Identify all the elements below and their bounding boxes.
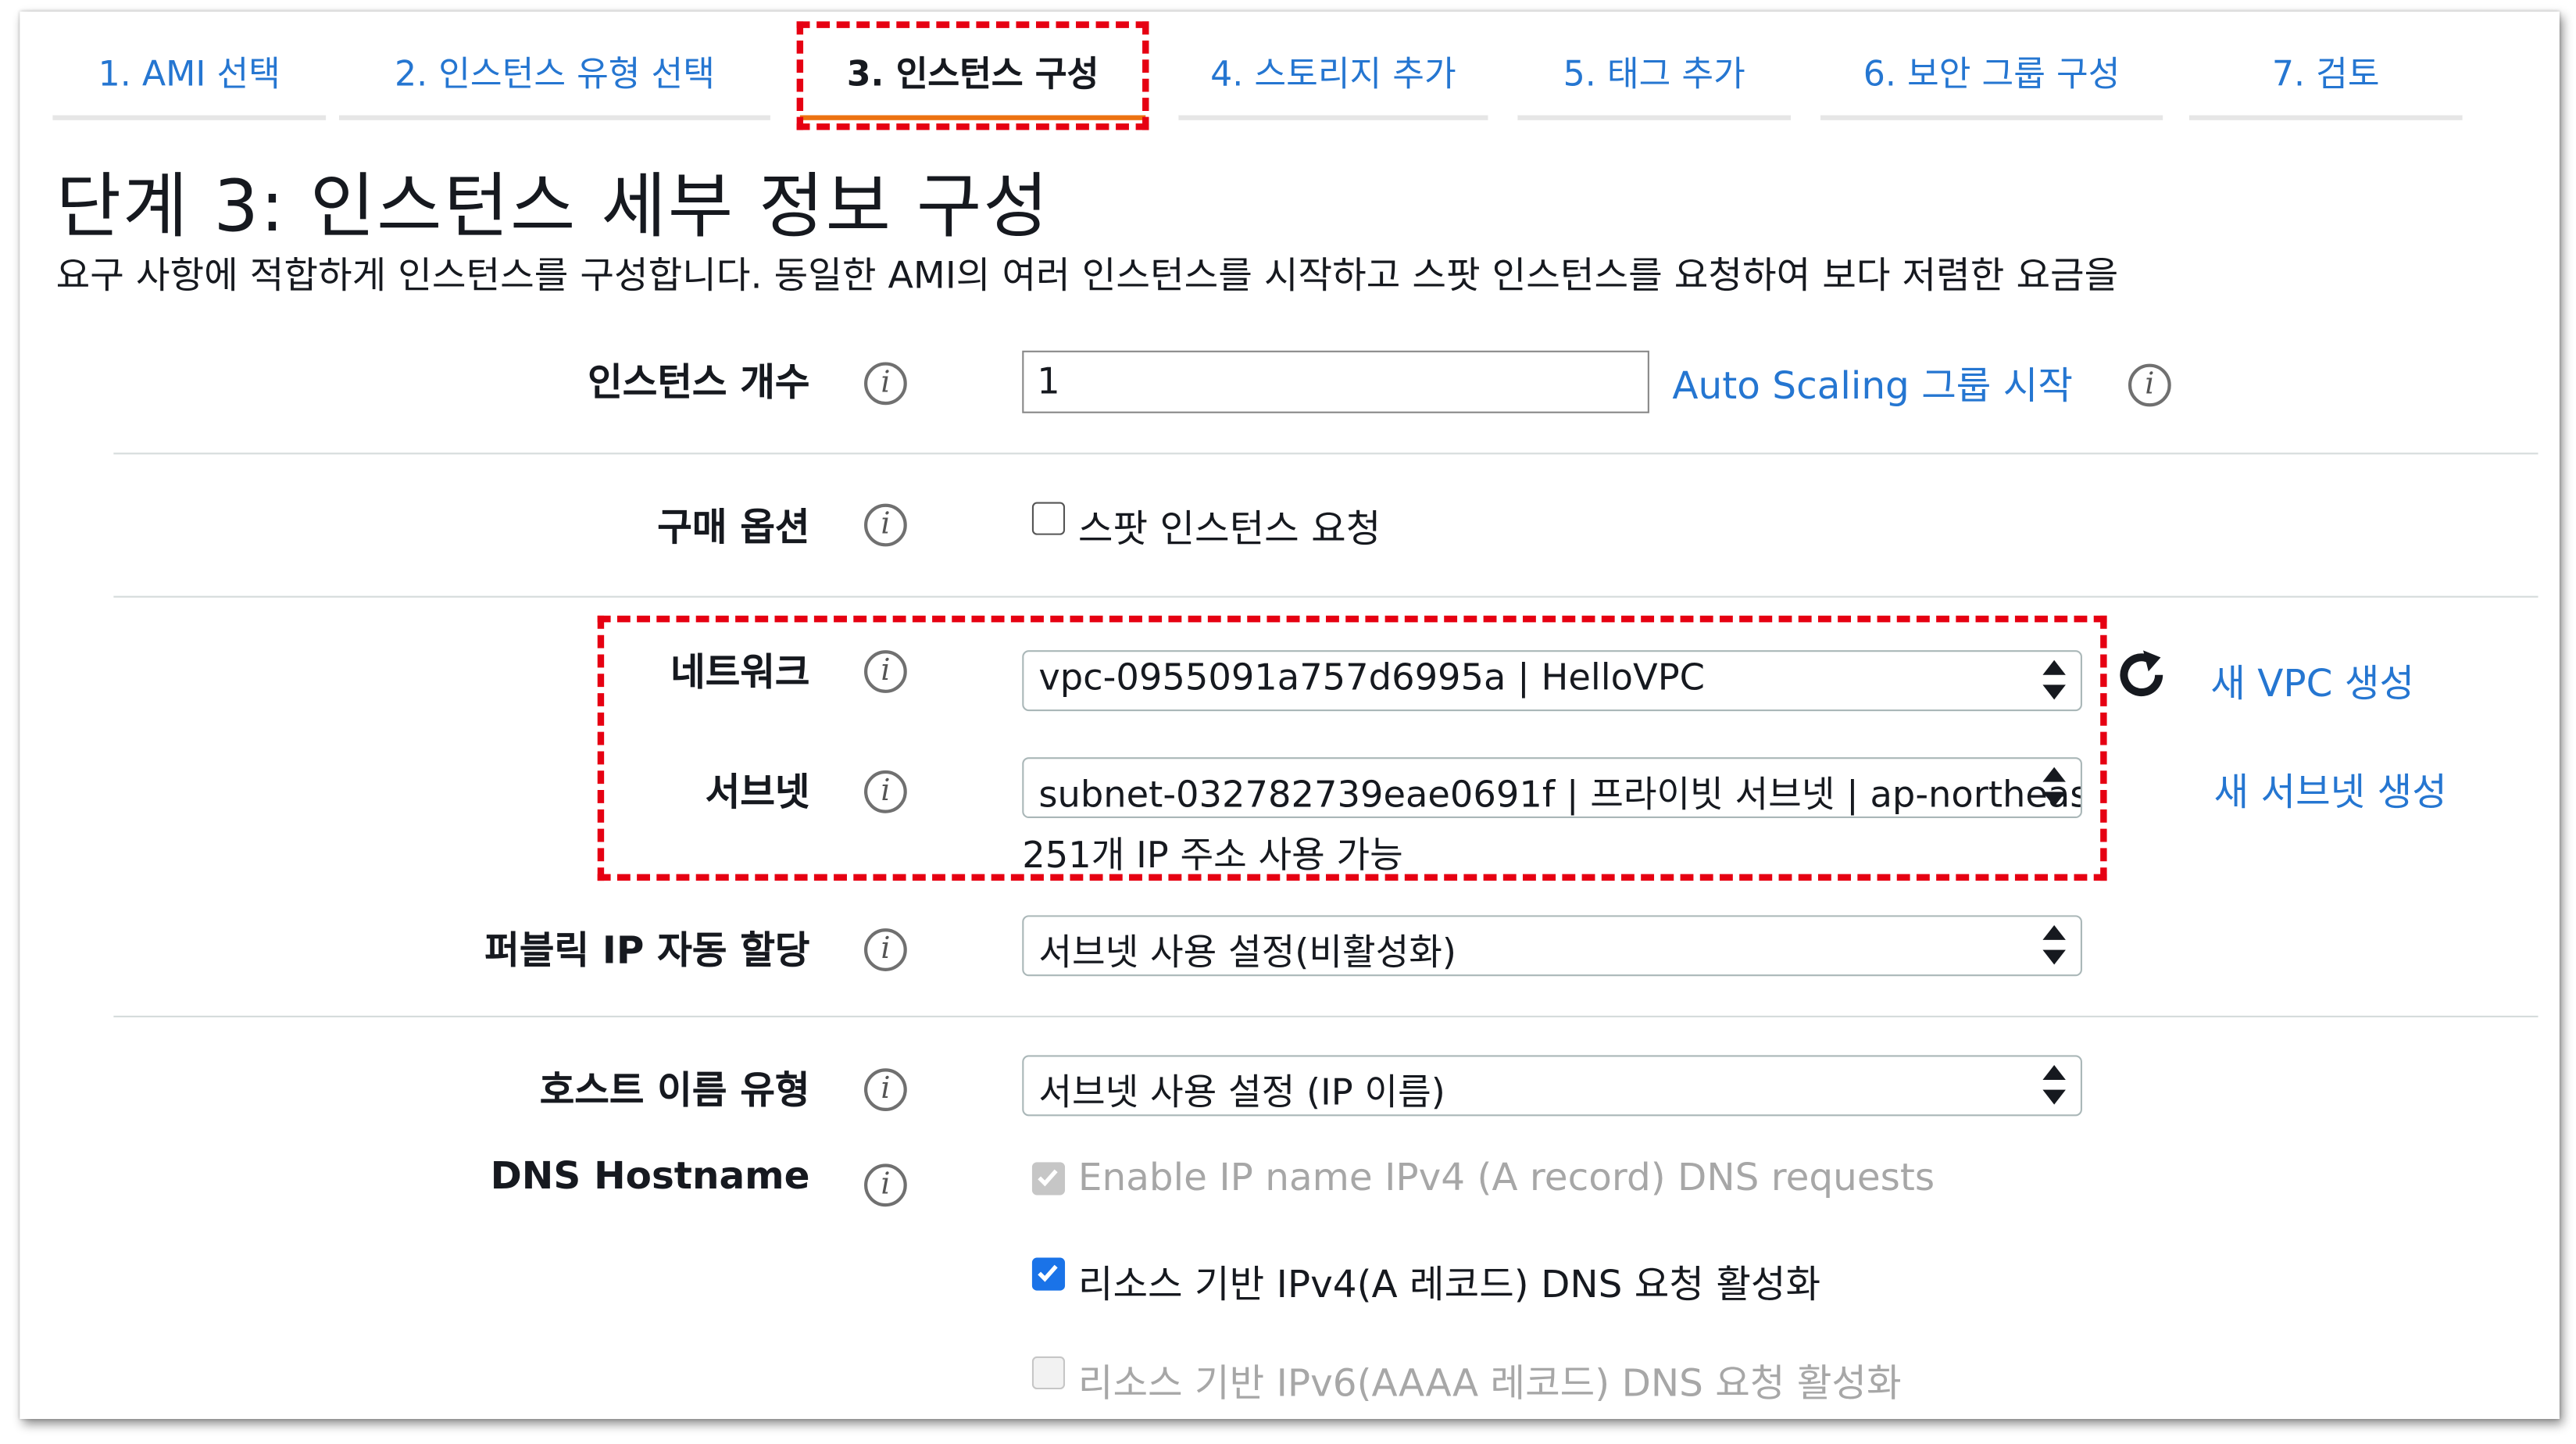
page-title: 단계 3: 인스턴스 세부 정보 구성 xyxy=(55,166,1050,249)
wizard-tab-label: 2. 인스턴스 유형 선택 xyxy=(394,54,715,95)
resource-ipv6-dns-checkbox-label: 리소스 기반 IPv6(AAAA 레코드) DNS 요청 활성화 xyxy=(1077,1363,1902,1406)
instance-count-input[interactable] xyxy=(1022,350,1649,413)
page-description: 요구 사항에 적합하게 인스턴스를 구성합니다. 동일한 AMI의 여러 인스턴… xyxy=(55,255,2119,298)
configure-instance-panel: 1. AMI 선택 2. 인스턴스 유형 선택 3. 인스턴스 구성 4. 스토… xyxy=(20,11,2560,1419)
info-icon[interactable]: i xyxy=(864,650,907,693)
wizard-tab-label: 5. 태그 추가 xyxy=(1563,54,1745,95)
wizard-tab-label: 6. 보안 그룹 구성 xyxy=(1863,54,2120,95)
tab-underline xyxy=(2188,115,2463,120)
ip-name-ipv4-checkbox[interactable] xyxy=(1031,1162,1066,1196)
wizard-tab-add-tags[interactable]: 5. 태그 추가 xyxy=(1517,12,1792,120)
wizard-tab-label: 1. AMI 선택 xyxy=(98,54,280,95)
hostname-type-select-value: 서브넷 사용 설정 (IP 이름) xyxy=(1038,1073,1445,1115)
info-icon[interactable]: i xyxy=(864,1163,907,1207)
spot-instance-checkbox[interactable] xyxy=(1031,502,1066,535)
wizard-tab-label: 7. 검토 xyxy=(2271,54,2380,95)
checkmark-icon xyxy=(1038,1264,1058,1282)
wizard-tab-security-group[interactable]: 6. 보안 그룹 구성 xyxy=(1820,12,2163,120)
divider xyxy=(113,595,2538,598)
info-icon[interactable]: i xyxy=(864,362,907,406)
hostname-type-label: 호스트 이름 유형 xyxy=(539,1070,810,1113)
refresh-icon[interactable] xyxy=(2113,647,2170,703)
wizard-tab-label: 4. 스토리지 추가 xyxy=(1210,54,1456,95)
tab-underline xyxy=(338,115,770,120)
resource-ipv4-dns-checkbox[interactable] xyxy=(1031,1257,1066,1291)
public-ip-select-value: 서브넷 사용 설정(비활성화) xyxy=(1038,933,1457,975)
info-icon[interactable]: i xyxy=(864,503,907,547)
info-icon[interactable]: i xyxy=(2128,363,2171,407)
wizard-tab-label: 3. 인스턴스 구성 xyxy=(846,54,1099,95)
subnet-select[interactable]: subnet-032782739eae0691f | 프라이빗 서브넷 | ap… xyxy=(1022,757,2082,819)
tab-underline-active xyxy=(799,115,1146,120)
purchase-option-label: 구매 옵션 xyxy=(657,506,810,550)
updown-arrows-icon xyxy=(2042,767,2066,807)
ip-name-ipv4-checkbox-label: Enable IP name IPv4 (A record) DNS reque… xyxy=(1077,1157,1935,1200)
tab-underline xyxy=(1820,115,2163,120)
subnet-select-value: subnet-032782739eae0691f | 프라이빗 서브넷 | ap… xyxy=(1038,775,2082,817)
checkmark-icon xyxy=(1038,1169,1058,1187)
divider xyxy=(113,452,2538,455)
tab-underline xyxy=(1178,115,1488,120)
updown-arrows-icon xyxy=(2042,1065,2066,1105)
spot-instance-checkbox-label: 스팟 인스턴스 요청 xyxy=(1077,508,1381,552)
info-icon[interactable]: i xyxy=(864,770,907,813)
wizard-tab-instance-type[interactable]: 2. 인스턴스 유형 선택 xyxy=(338,12,770,120)
tab-underline xyxy=(1517,115,1792,120)
network-select-value: vpc-0955091a757d6995a | HelloVPC xyxy=(1038,658,1706,700)
hostname-type-select[interactable]: 서브넷 사용 설정 (IP 이름) xyxy=(1022,1055,2082,1117)
divider xyxy=(113,1015,2538,1017)
resource-ipv6-dns-checkbox[interactable] xyxy=(1031,1356,1066,1390)
wizard-tab-configure-instance[interactable]: 3. 인스턴스 구성 xyxy=(799,12,1146,120)
wizard-tab-review[interactable]: 7. 검토 xyxy=(2188,12,2463,120)
network-select[interactable]: vpc-0955091a757d6995a | HelloVPC xyxy=(1022,650,2082,712)
public-ip-label: 퍼블릭 IP 자동 할당 xyxy=(484,930,810,974)
info-icon[interactable]: i xyxy=(864,928,907,971)
subnet-label: 서브넷 xyxy=(705,772,810,815)
info-icon[interactable]: i xyxy=(864,1068,907,1112)
instance-count-label: 인스턴스 개수 xyxy=(588,362,810,406)
network-label: 네트워크 xyxy=(670,652,810,695)
tab-underline xyxy=(52,115,327,120)
resource-ipv4-dns-checkbox-label: 리소스 기반 IPv4(A 레코드) DNS 요청 활성화 xyxy=(1077,1264,1821,1307)
updown-arrows-icon xyxy=(2042,924,2066,965)
create-vpc-link[interactable]: 새 VPC 생성 xyxy=(2210,652,2414,708)
create-subnet-link[interactable]: 새 서브넷 생성 xyxy=(2214,760,2447,817)
wizard-tab-ami[interactable]: 1. AMI 선택 xyxy=(52,12,327,120)
dns-hostname-label: DNS Hostname xyxy=(490,1155,810,1199)
wizard-tab-add-storage[interactable]: 4. 스토리지 추가 xyxy=(1178,12,1488,120)
updown-arrows-icon xyxy=(2042,659,2066,700)
subnet-available-ips: 251개 IP 주소 사용 가능 xyxy=(1022,836,1403,877)
auto-scaling-link[interactable]: Auto Scaling 그룹 시작 xyxy=(1672,354,2073,410)
public-ip-select[interactable]: 서브넷 사용 설정(비활성화) xyxy=(1022,915,2082,977)
